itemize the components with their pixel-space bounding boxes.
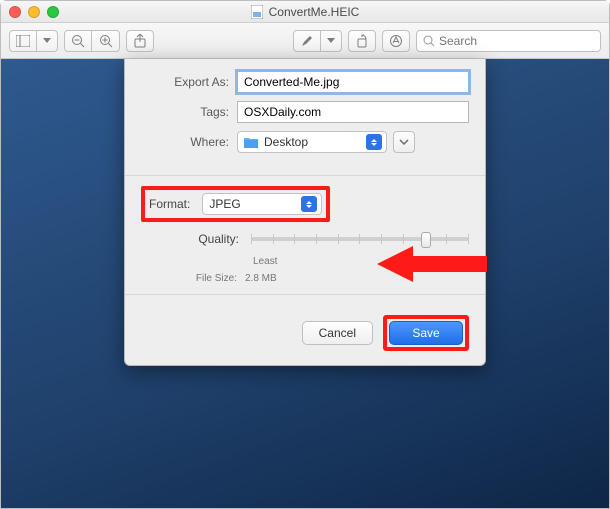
minimize-window-button[interactable] — [28, 6, 40, 18]
window-title-text: ConvertMe.HEIC — [269, 5, 360, 19]
tags-label: Tags: — [141, 105, 237, 119]
zoom-out-button[interactable] — [64, 30, 92, 52]
file-size-value: 2.8 MB — [245, 273, 277, 284]
file-size-label: File Size: — [141, 273, 245, 284]
where-label: Where: — [141, 135, 237, 149]
folder-icon — [244, 137, 258, 148]
format-value: JPEG — [209, 197, 240, 211]
chevron-down-icon — [399, 139, 409, 146]
preview-window: ConvertMe.HEIC Export As: — [0, 0, 610, 509]
highlighter-icon — [300, 34, 314, 48]
where-popup[interactable]: Desktop — [237, 131, 387, 153]
updown-icon — [366, 134, 382, 150]
close-window-button[interactable] — [9, 6, 21, 18]
rotate-icon — [355, 34, 369, 48]
where-value: Desktop — [264, 135, 308, 149]
save-button[interactable]: Save — [389, 321, 463, 345]
quality-best-label: Best — [413, 256, 433, 267]
rotate-button[interactable] — [348, 30, 376, 52]
highlight-button[interactable] — [293, 30, 321, 52]
share-button[interactable] — [126, 30, 154, 52]
markup-icon — [389, 34, 403, 48]
cancel-button[interactable]: Cancel — [302, 321, 373, 345]
tags-input[interactable] — [237, 101, 469, 123]
window-controls — [9, 6, 59, 18]
search-icon — [423, 35, 435, 47]
share-icon — [134, 34, 146, 48]
zoom-out-icon — [71, 34, 85, 48]
content-area: Export As: Tags: Where: Desktop — [1, 59, 609, 508]
zoom-in-icon — [99, 34, 113, 48]
zoom-window-button[interactable] — [47, 6, 59, 18]
save-highlight: Save — [383, 315, 469, 351]
markup-button[interactable] — [382, 30, 410, 52]
updown-icon — [301, 196, 317, 212]
divider — [125, 294, 485, 295]
search-input[interactable] — [439, 34, 594, 48]
format-label: Format: — [149, 197, 196, 211]
quality-least-label: Least — [253, 256, 277, 267]
format-highlight: Format: JPEG — [141, 186, 330, 222]
divider — [125, 175, 485, 176]
zoom-in-button[interactable] — [92, 30, 120, 52]
window-title: ConvertMe.HEIC — [1, 5, 609, 19]
sidebar-menu-button[interactable] — [37, 30, 58, 52]
quality-slider[interactable] — [251, 230, 469, 248]
search-field[interactable] — [416, 30, 601, 52]
quality-label: Quality: — [141, 232, 245, 246]
expand-disclosure-button[interactable] — [393, 131, 415, 153]
toolbar — [1, 23, 609, 59]
sidebar-toggle-button[interactable] — [9, 30, 37, 52]
export-sheet: Export As: Tags: Where: Desktop — [124, 59, 486, 366]
highlight-menu-button[interactable] — [321, 30, 342, 52]
document-icon — [251, 5, 263, 19]
format-popup[interactable]: JPEG — [202, 193, 322, 215]
export-as-input[interactable] — [237, 71, 469, 93]
export-as-label: Export As: — [141, 75, 237, 89]
titlebar: ConvertMe.HEIC — [1, 1, 609, 23]
